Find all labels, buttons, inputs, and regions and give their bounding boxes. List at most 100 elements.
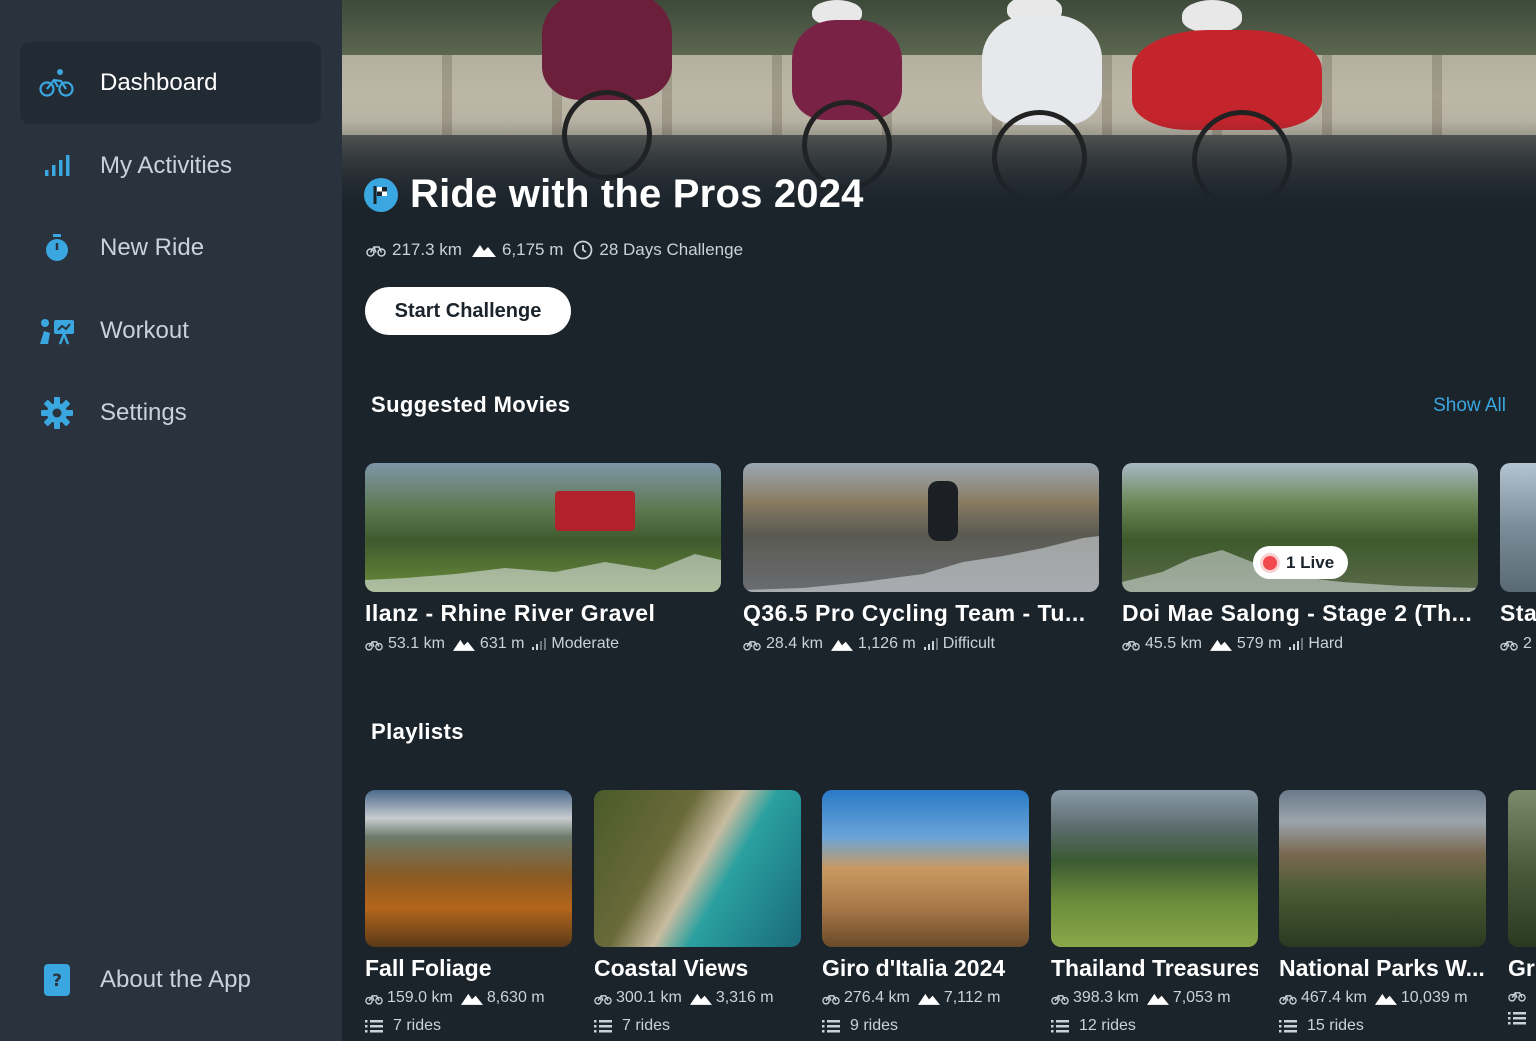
- stopwatch-icon: [38, 229, 76, 267]
- playlist-card[interactable]: Fall Foliage 159.0 km 8,630 m 7 rides: [365, 790, 572, 1035]
- list-icon: [1508, 1012, 1526, 1025]
- question-icon: ?: [38, 961, 76, 999]
- difficulty-icon: [532, 638, 547, 650]
- playlist-title: Thailand Treasures: [1051, 955, 1258, 981]
- live-count: 1 Live: [1286, 552, 1335, 572]
- playlist-thumbnail: [822, 790, 1029, 947]
- movie-distance: 28.4 km: [766, 635, 823, 652]
- movie-stats: 2: [1500, 635, 1536, 653]
- svg-text:?: ?: [52, 971, 62, 991]
- playlist-ride-count: 12 rides: [1079, 1017, 1136, 1034]
- mountain-icon: [471, 245, 496, 257]
- sidebar-item-label: My Activities: [100, 152, 233, 179]
- cyclist-icon: [38, 64, 76, 102]
- movie-card[interactable]: 1 Live Doi Mae Salong - Stage 2 (Th... 4…: [1122, 463, 1478, 653]
- movie-card[interactable]: Sta 2: [1500, 463, 1536, 653]
- movie-thumbnail: 1 Live: [1122, 463, 1478, 592]
- hero-stats: 217.3 km 6,175 m 28 Days Challenge: [366, 240, 753, 260]
- sidebar-item-about[interactable]: ? About the App: [20, 939, 321, 1021]
- movie-stats: 45.5 km 579 m Hard: [1122, 635, 1478, 653]
- playlist-card[interactable]: National Parks W... 467.4 km 10,039 m 15…: [1279, 790, 1486, 1035]
- hero-title: Ride with the Pros 2024: [410, 172, 864, 216]
- playlist-rides: 12 rides: [1051, 1017, 1258, 1035]
- playlists-title: Playlists: [371, 719, 464, 744]
- movie-thumbnail: [743, 463, 1099, 592]
- bike-icon: [822, 994, 840, 1005]
- movie-distance: 53.1 km: [388, 635, 445, 652]
- playlist-title: National Parks W...: [1279, 955, 1485, 981]
- playlist-title: Gr: [1508, 955, 1535, 981]
- workout-icon: [38, 312, 76, 350]
- playlist-stats: 300.1 km 3,316 m: [594, 989, 801, 1007]
- mountain-icon: [689, 993, 712, 1005]
- movie-title: Doi Mae Salong - Stage 2 (Th...: [1122, 600, 1473, 626]
- playlist-card[interactable]: Gr: [1508, 790, 1536, 1025]
- playlist-thumbnail: [1508, 790, 1536, 947]
- sidebar-item-new-ride[interactable]: New Ride: [20, 207, 321, 289]
- playlist-rides: 7 rides: [594, 1017, 801, 1035]
- mountain-icon: [1146, 993, 1169, 1005]
- movie-thumbnail: [1500, 463, 1536, 592]
- movie-title: Sta: [1500, 600, 1536, 626]
- playlist-thumbnail: [1051, 790, 1258, 947]
- playlist-rides: 7 rides: [365, 1017, 572, 1035]
- movie-thumbnail: [365, 463, 721, 592]
- live-dot-icon: [1263, 555, 1277, 570]
- playlist-distance: 398.3 km: [1073, 989, 1139, 1006]
- bike-icon: [366, 246, 386, 257]
- playlist-elevation: 7,053 m: [1172, 989, 1231, 1006]
- playlist-ride-count: 15 rides: [1307, 1017, 1364, 1034]
- playlist-rides: 9 rides: [822, 1017, 1029, 1035]
- playlist-elevation: 10,039 m: [1400, 989, 1468, 1006]
- playlist-stats: 276.4 km 7,112 m: [822, 989, 1029, 1007]
- playlist-stats: [1508, 989, 1536, 1002]
- playlist-stats: 159.0 km 8,630 m: [365, 989, 572, 1007]
- mountain-icon: [1374, 993, 1397, 1005]
- bike-icon: [1279, 994, 1297, 1005]
- sidebar-item-label: Workout: [100, 317, 189, 344]
- list-icon: [1279, 1019, 1297, 1032]
- movie-card[interactable]: Q36.5 Pro Cycling Team - Tu... 28.4 km 1…: [743, 463, 1099, 653]
- difficulty-icon: [923, 638, 938, 650]
- sidebar-item-workout[interactable]: Workout: [20, 290, 321, 372]
- bike-icon: [365, 640, 383, 651]
- playlist-distance: 467.4 km: [1301, 989, 1367, 1006]
- playlist-card[interactable]: Coastal Views 300.1 km 3,316 m 7 rides: [594, 790, 801, 1035]
- movie-title: Ilanz - Rhine River Gravel: [365, 600, 656, 626]
- show-all-link[interactable]: Show All: [1433, 395, 1506, 417]
- bike-icon: [1500, 640, 1518, 651]
- movie-title: Q36.5 Pro Cycling Team - Tu...: [743, 600, 1086, 626]
- mountain-icon: [460, 993, 483, 1005]
- list-icon: [594, 1019, 612, 1032]
- sidebar-item-dashboard[interactable]: Dashboard: [20, 42, 321, 124]
- movie-difficulty: Moderate: [551, 635, 619, 652]
- playlist-thumbnail: [365, 790, 572, 947]
- playlist-title: Fall Foliage: [365, 955, 492, 981]
- bike-icon: [743, 640, 761, 651]
- movie-elevation: 631 m: [479, 635, 525, 652]
- movie-difficulty: Difficult: [942, 635, 995, 652]
- start-challenge-button[interactable]: Start Challenge: [365, 287, 571, 335]
- playlist-stats: 467.4 km 10,039 m: [1279, 989, 1486, 1007]
- suggested-movies-title: Suggested Movies: [371, 392, 571, 417]
- bike-icon: [1122, 640, 1140, 651]
- playlist-card[interactable]: Giro d'Italia 2024 276.4 km 7,112 m 9 ri…: [822, 790, 1029, 1035]
- sidebar-item-my-activities[interactable]: My Activities: [20, 125, 321, 207]
- movie-card[interactable]: Ilanz - Rhine River Gravel 53.1 km 631 m…: [365, 463, 721, 653]
- playlist-distance: 300.1 km: [616, 989, 682, 1006]
- playlist-rides: [1508, 1012, 1536, 1025]
- bike-icon: [1508, 992, 1526, 1002]
- sidebar-item-label: About the App: [100, 966, 251, 993]
- movie-stats: 53.1 km 631 m Moderate: [365, 635, 721, 653]
- playlist-thumbnail: [1279, 790, 1486, 947]
- sidebar-item-settings[interactable]: Settings: [20, 372, 321, 454]
- difficulty-icon: [1289, 638, 1304, 650]
- sidebar: Dashboard My Activities New Ride Workout…: [0, 0, 342, 1041]
- mountain-icon: [452, 639, 475, 651]
- playlist-elevation: 8,630 m: [486, 989, 545, 1006]
- bike-icon: [1051, 994, 1069, 1005]
- mountain-icon: [1209, 639, 1232, 651]
- mountain-icon: [830, 639, 853, 651]
- playlist-distance: 159.0 km: [387, 989, 453, 1006]
- playlist-card[interactable]: Thailand Treasures 398.3 km 7,053 m 12 r…: [1051, 790, 1258, 1035]
